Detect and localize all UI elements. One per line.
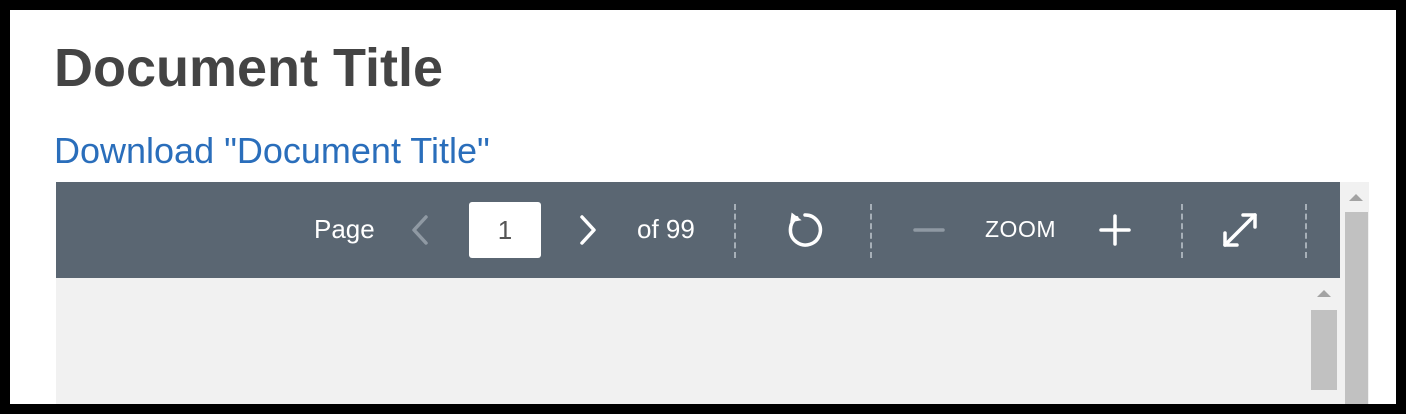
viewer-toolbar: Page of 99	[56, 182, 1340, 278]
toolbar-divider	[870, 204, 872, 258]
previous-page-button[interactable]	[397, 206, 445, 254]
page-label: Page	[314, 214, 375, 244]
minus-icon	[913, 228, 945, 232]
plus-icon	[1099, 214, 1131, 246]
viewer-scrollbar-thumb[interactable]	[1345, 212, 1368, 404]
document-viewer: Page of 99	[56, 182, 1369, 404]
scroll-up-arrow-icon[interactable]	[1317, 290, 1331, 297]
page-number-input[interactable]	[469, 202, 541, 258]
fullscreen-button[interactable]	[1216, 206, 1264, 254]
viewer-scrollbar[interactable]	[1344, 182, 1369, 404]
page-count-label: of 99	[637, 214, 695, 244]
page-title: Document Title	[54, 38, 444, 98]
toolbar-divider	[1181, 204, 1183, 258]
chevron-right-icon	[580, 215, 596, 245]
scroll-up-arrow-icon[interactable]	[1349, 194, 1363, 201]
rotate-button[interactable]	[781, 206, 829, 254]
toolbar-divider	[1305, 204, 1307, 258]
toolbar-divider	[734, 204, 736, 258]
rotate-icon	[788, 212, 823, 247]
zoom-in-button[interactable]	[1091, 206, 1139, 254]
next-page-button[interactable]	[563, 206, 611, 254]
zoom-label: ZOOM	[985, 216, 1056, 242]
document-scrollbar[interactable]	[1310, 282, 1338, 404]
download-link[interactable]: Download "Document Title"	[54, 130, 490, 172]
chevron-left-icon	[412, 215, 428, 245]
zoom-out-button[interactable]	[905, 206, 953, 254]
document-scrollbar-thumb[interactable]	[1311, 310, 1337, 390]
page-frame: Document Title Download "Document Title"…	[10, 10, 1396, 404]
expand-icon	[1223, 213, 1257, 247]
